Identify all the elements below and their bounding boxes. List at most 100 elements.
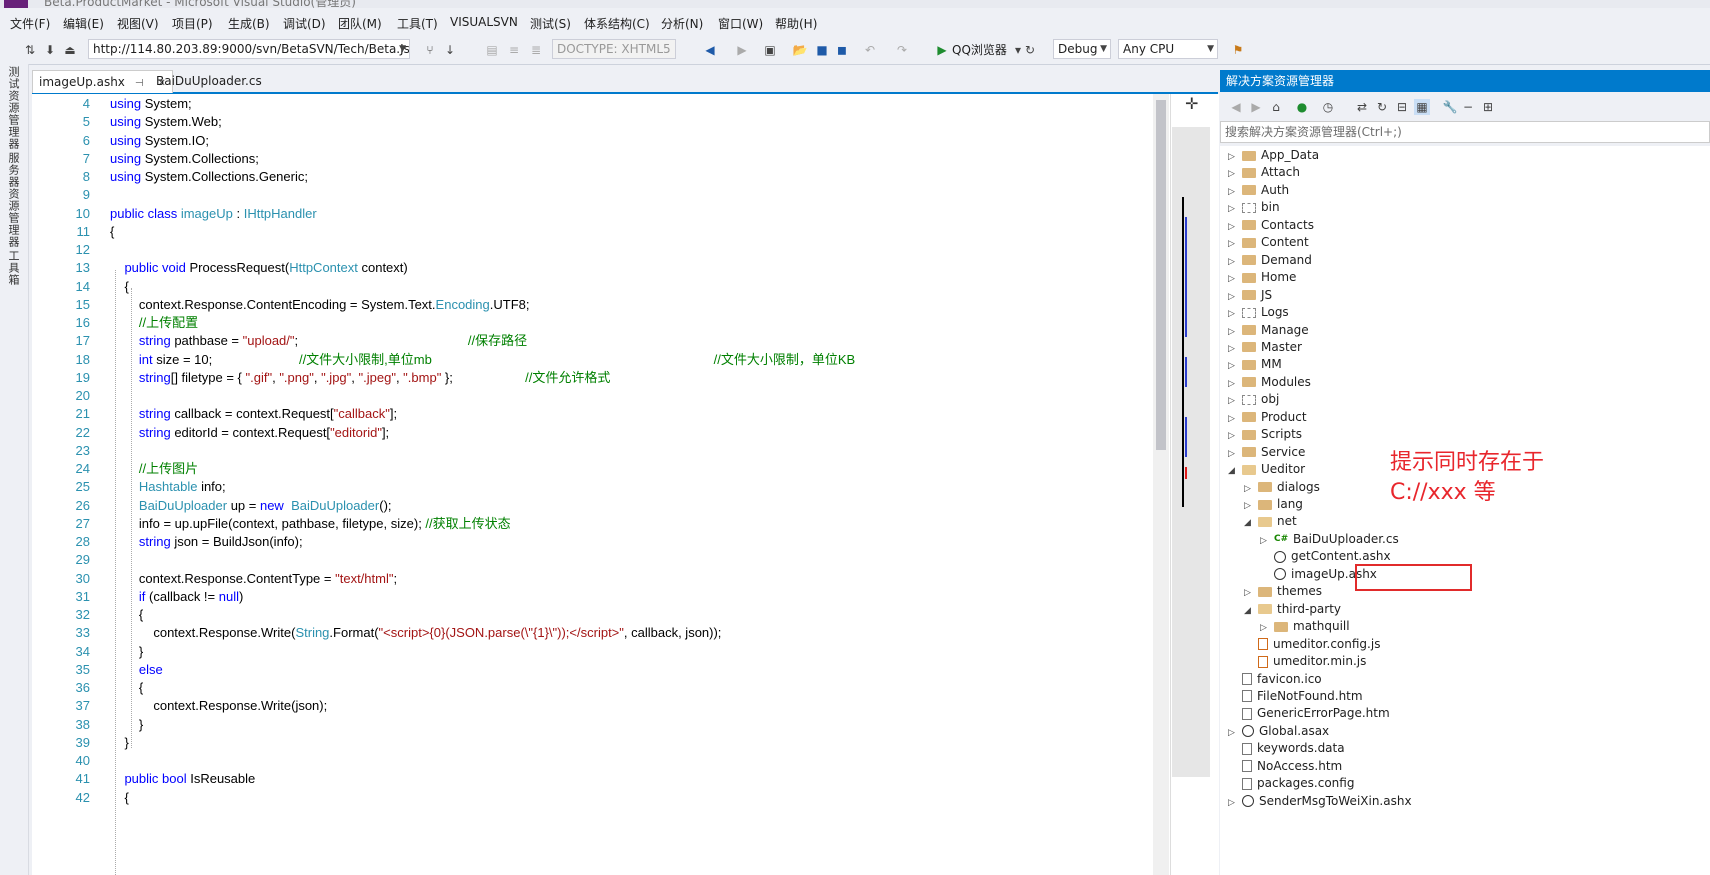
tree-item[interactable]: ▷ Master (1228, 338, 1302, 357)
tree-item[interactable]: ▷ Service (1228, 443, 1305, 462)
tree-item[interactable]: ▷ Global.asax (1228, 722, 1329, 741)
undo-icon[interactable]: ↶ (862, 42, 878, 58)
toolbox-tab[interactable]: 工具箱 (5, 250, 21, 286)
navigate-back-icon[interactable]: ◀ (702, 42, 718, 58)
code-area[interactable]: 4 using System; 5 using System.Web; 6 using S… (32, 94, 1172, 875)
code-text[interactable]: //上传配置 (110, 313, 198, 332)
code-text[interactable]: context.Response.Write(json); (110, 696, 327, 715)
svn-url-combo[interactable]: http://114.80.203.89:9000/svn/BetaSVN/Te… (88, 39, 410, 59)
start-debug-icon[interactable]: ▶ (934, 42, 950, 58)
save-all-icon[interactable]: ◼ (834, 42, 850, 58)
copy-icon[interactable]: ▤ (484, 42, 500, 58)
tree-item[interactable]: NoAccess.htm (1228, 757, 1342, 776)
tree-item[interactable]: favicon.ico (1228, 670, 1322, 689)
menu-item[interactable]: 视图(V) (117, 15, 159, 32)
code-text[interactable]: using System.IO; (110, 131, 209, 150)
code-text[interactable]: } (110, 733, 128, 752)
menu-item[interactable]: 项目(P) (172, 15, 213, 32)
code-text[interactable]: public bool IsReusable (110, 769, 255, 788)
doctype-combo[interactable]: DOCTYPE: XHTML5 (552, 39, 676, 59)
tree-item[interactable]: ▷ MM (1228, 355, 1282, 374)
code-text[interactable]: //上传图片 (110, 459, 198, 478)
collapse-all-icon[interactable]: ⊟ (1394, 99, 1410, 115)
code-text[interactable]: string pathbase = "upload/"; //保存路径 (110, 331, 527, 350)
configuration-combo[interactable]: Debug ▼ (1053, 39, 1111, 59)
code-text[interactable]: string callback = context.Request["callb… (110, 404, 397, 423)
menu-item[interactable]: 窗口(W) (718, 15, 763, 32)
tree-item[interactable]: ◢ third-party (1244, 600, 1341, 619)
code-text[interactable]: using System.Web; (110, 112, 222, 131)
tree-item[interactable]: umeditor.config.js (1244, 635, 1380, 654)
expand-arrow-icon[interactable]: ◢ (1244, 514, 1258, 533)
show-all-files-icon[interactable]: ▦ (1414, 99, 1430, 115)
indent-icon[interactable]: ≣ (528, 42, 544, 58)
menu-item[interactable]: 工具(T) (397, 15, 438, 32)
tree-item[interactable]: GenericErrorPage.htm (1228, 704, 1390, 723)
code-text[interactable]: string json = BuildJson(info); (110, 532, 303, 551)
tree-item[interactable]: ▷ Auth (1228, 181, 1289, 200)
code-text[interactable]: string[] filetype = { ".gif", ".png", ".… (110, 368, 610, 387)
editor-vertical-scrollbar[interactable] (1153, 94, 1169, 875)
tab-baiduuploader-cs[interactable]: BaiDuUploader.cs (150, 70, 268, 92)
tree-item[interactable]: ▷ themes (1244, 582, 1322, 601)
pending-changes-icon[interactable]: ● (1294, 99, 1310, 115)
minus-icon[interactable]: − (1460, 99, 1476, 115)
tree-item[interactable]: ▷ mathquill (1260, 617, 1350, 636)
class-diagram-icon[interactable]: ⊞ (1480, 99, 1496, 115)
tree-item[interactable]: ▷ bin (1228, 198, 1280, 217)
server-explorer-tab[interactable]: 服务器资源管理器 (5, 152, 21, 248)
tree-item[interactable]: ▷ Attach (1228, 163, 1300, 182)
code-text[interactable]: int size = 10; //文件大小限制,单位mb //文件大小限制，单位… (110, 350, 855, 369)
home-icon[interactable]: ⌂ (1268, 99, 1284, 115)
menu-item[interactable]: 分析(N) (661, 15, 703, 32)
tree-item[interactable]: ▷ Modules (1228, 373, 1311, 392)
scrollbar-thumb[interactable] (1156, 100, 1166, 450)
code-text[interactable]: { (110, 788, 128, 807)
merge-icon[interactable]: ⑂ (422, 42, 438, 58)
tree-item[interactable]: ◢ Ueditor (1228, 460, 1305, 479)
svn-commit-icon[interactable]: ⬇ (42, 42, 58, 58)
navigate-forward-icon[interactable]: ▶ (734, 42, 750, 58)
svn-upload-icon[interactable]: ⏏ (62, 42, 78, 58)
tree-item[interactable]: ▷ App_Data (1228, 146, 1319, 165)
tree-item[interactable]: ▷ Scripts (1228, 425, 1302, 444)
menu-item[interactable]: 测试(S) (530, 15, 571, 32)
arrow-down-icon[interactable]: ↓ (442, 42, 458, 58)
properties-icon[interactable]: 🔧 (1442, 99, 1458, 115)
tree-item[interactable]: ▷ obj (1228, 390, 1279, 409)
code-text[interactable]: context.Response.ContentEncoding = Syste… (110, 295, 530, 314)
overview-map[interactable] (1172, 127, 1210, 777)
code-text[interactable]: using System.Collections.Generic; (110, 167, 308, 186)
history-icon[interactable]: ◷ (1320, 99, 1336, 115)
code-text[interactable]: { (110, 277, 128, 296)
tree-item[interactable]: ▷ C# BaiDuUploader.cs (1260, 530, 1399, 549)
platform-combo[interactable]: Any CPU ▼ (1118, 39, 1218, 59)
tree-item[interactable]: ▷ Contacts (1228, 216, 1314, 235)
code-text[interactable]: { (110, 222, 114, 241)
open-file-icon[interactable]: 📂 (792, 42, 808, 58)
tree-item[interactable]: ▷ Manage (1228, 321, 1309, 340)
back-icon[interactable]: ◀ (1228, 99, 1244, 115)
expand-arrow-icon[interactable]: ◢ (1244, 602, 1258, 621)
svn-update-icon[interactable]: ⇅ (22, 42, 38, 58)
test-explorer-tab[interactable]: 测试资源管理器 (5, 66, 21, 150)
code-text[interactable]: public class imageUp : IHttpHandler (110, 204, 317, 223)
menu-item[interactable]: 生成(B) (228, 15, 270, 32)
sync-icon[interactable]: ⇄ (1354, 99, 1370, 115)
tree-item[interactable]: umeditor.min.js (1244, 652, 1366, 671)
menu-item[interactable]: 文件(F) (10, 15, 50, 32)
tree-item[interactable]: packages.config (1228, 774, 1354, 793)
tree-item[interactable]: keywords.data (1228, 739, 1345, 758)
code-text[interactable]: info = up.upFile(context, pathbase, file… (110, 514, 511, 533)
tree-item[interactable]: ▷ SenderMsgToWeiXin.ashx (1228, 792, 1412, 811)
refresh-icon[interactable]: ↻ (1374, 99, 1390, 115)
save-icon[interactable]: ■ (814, 42, 830, 58)
new-project-icon[interactable]: ▣ (762, 42, 778, 58)
tree-item[interactable]: ▷ dialogs (1244, 478, 1320, 497)
refresh-icon[interactable]: ↻ (1022, 42, 1038, 58)
find-in-files-icon[interactable]: ⚑ (1230, 42, 1246, 58)
code-text[interactable]: using System; (110, 94, 192, 113)
code-text[interactable]: context.Response.ContentType = "text/htm… (110, 569, 397, 588)
tree-item[interactable]: ▷ Home (1228, 268, 1296, 287)
menu-item[interactable]: 帮助(H) (775, 15, 817, 32)
